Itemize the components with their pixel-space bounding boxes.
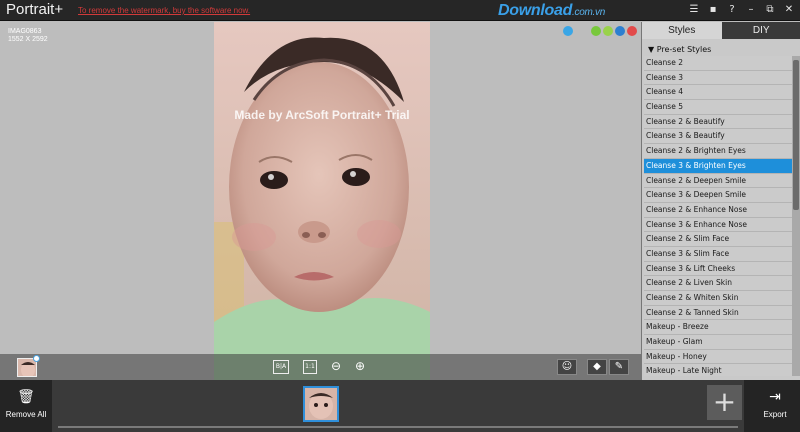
add-photo-button[interactable]: + — [707, 385, 742, 420]
actual-size-button[interactable]: 1:1 — [303, 360, 317, 374]
tab-diy[interactable]: DIY — [721, 22, 800, 39]
export-label: Export — [763, 410, 787, 419]
preset-item[interactable]: Cleanse 3 & Beautify — [644, 129, 792, 145]
preset-item[interactable]: Cleanse 4 — [644, 85, 792, 101]
trash-icon: 🗑 — [17, 389, 35, 405]
styles-panel: Styles DIY ▼ Pre-set Styles Cleanse 2 Cle… — [641, 22, 800, 380]
color-dot-blue[interactable] — [563, 26, 573, 36]
preset-scrollbar[interactable] — [792, 56, 800, 376]
preset-item[interactable]: Cleanse 2 & Deepen Smile — [644, 173, 792, 189]
preset-item[interactable]: Cleanse 2 & Enhance Nose — [644, 202, 792, 218]
preset-item[interactable]: Cleanse 3 & Lift Cheeks — [644, 261, 792, 277]
trial-watermark: Made by ArcSoft Portrait+ Trial — [234, 108, 410, 122]
file-dimensions: 1552 X 2592 — [8, 36, 48, 43]
preset-item[interactable]: Cleanse 2 & Beautify — [644, 114, 792, 130]
color-dot-lime[interactable] — [603, 26, 613, 36]
preset-item[interactable]: Cleanse 2 & Liven Skin — [644, 276, 792, 291]
preset-item[interactable]: Cleanse 3 & Deepen Smile — [644, 188, 792, 203]
brand-logo: Download.com.vn — [498, 2, 605, 20]
preset-item[interactable]: Makeup - Glam — [644, 335, 792, 350]
title-bar: Portrait+ To remove the watermark, buy t… — [0, 0, 800, 21]
brand-suffix: .com.vn — [572, 7, 605, 18]
panel-tabs: Styles DIY — [642, 22, 800, 39]
portrait-photo — [214, 22, 430, 380]
buy-software-link[interactable]: To remove the watermark, buy the softwar… — [78, 6, 250, 15]
preset-item[interactable]: Makeup - Breeze — [644, 320, 792, 336]
remove-all-button[interactable]: 🗑 Remove All — [0, 380, 52, 432]
filmstrip-thumbnail[interactable] — [303, 386, 339, 422]
export-button[interactable]: ⇥ Export — [750, 380, 800, 432]
zoom-in-icon[interactable]: ⊕ — [355, 358, 365, 374]
preset-item[interactable]: Cleanse 2 & Brighten Eyes — [644, 144, 792, 159]
remove-all-label: Remove All — [5, 410, 47, 419]
preset-item[interactable]: Cleanse 2 & Slim Face — [644, 232, 792, 247]
collapse-triangle-icon: ▼ — [648, 45, 657, 54]
bottom-strip: 🗑 Remove All + ⇥ Export — [0, 380, 800, 432]
tab-styles[interactable]: Styles — [642, 22, 722, 39]
chat-icon[interactable]: ▪ — [706, 2, 720, 18]
preset-header-label: Pre-set Styles — [656, 45, 712, 54]
preset-item[interactable]: Cleanse 3 & Brighten Eyes — [644, 158, 792, 174]
preset-item[interactable]: Makeup - Late Night — [644, 364, 792, 376]
filmstrip-scrollbar[interactable] — [58, 426, 738, 428]
preset-item[interactable]: Cleanse 2 — [644, 56, 792, 71]
filmstrip-thumbnail-image — [305, 388, 337, 420]
preset-item[interactable]: Cleanse 2 & Whiten Skin — [644, 291, 792, 306]
color-dot-red[interactable] — [627, 26, 637, 36]
eraser-button[interactable]: ◆ — [587, 359, 607, 375]
restore-icon[interactable]: ⧉ — [763, 2, 777, 18]
preset-item[interactable]: Cleanse 3 & Slim Face — [644, 246, 792, 262]
export-icon: ⇥ — [769, 389, 781, 405]
color-dot-darkblue[interactable] — [615, 26, 625, 36]
brand-name: Download — [498, 2, 573, 19]
help-icon[interactable]: ? — [725, 2, 739, 18]
app-title: Portrait+ — [6, 1, 64, 18]
brush-button[interactable]: ✎ — [609, 359, 629, 375]
thumbnail-badge-icon — [33, 355, 40, 362]
file-name: IMAG0863 — [8, 28, 42, 35]
color-dots — [563, 26, 637, 36]
window-controls: ☰ ▪ ? – ⧉ ✕ — [687, 2, 796, 18]
minimize-icon[interactable]: – — [744, 2, 758, 18]
preset-item[interactable]: Cleanse 3 & Enhance Nose — [644, 217, 792, 233]
photo-canvas[interactable]: IMAG0863 1552 X 2592 Made by ArcSoft Por… — [0, 22, 641, 380]
color-dot-green[interactable] — [591, 26, 601, 36]
preset-item[interactable]: Cleanse 2 & Tanned Skin — [644, 305, 792, 321]
portrait-plus-window: Portrait+ To remove the watermark, buy t… — [0, 0, 800, 432]
baby-portrait-image — [214, 22, 430, 380]
list-icon[interactable]: ☰ — [687, 2, 701, 18]
preset-item[interactable]: Cleanse 3 — [644, 70, 792, 86]
preset-item[interactable]: Cleanse 5 — [644, 100, 792, 115]
zoom-out-icon[interactable]: ⊖ — [331, 358, 341, 374]
canvas-toolbar: B|A 1:1 ⊖ ⊕ ☺ ◆ ✎ — [0, 354, 641, 380]
filmstrip: + — [52, 380, 744, 432]
preset-list: Cleanse 2 Cleanse 3 Cleanse 4 Cleanse 5 Clea… — [644, 56, 792, 376]
face-detect-button[interactable]: ☺ — [557, 359, 577, 375]
preset-item[interactable]: Makeup - Honey — [644, 349, 792, 365]
close-icon[interactable]: ✕ — [782, 2, 796, 18]
before-after-button[interactable]: B|A — [273, 360, 289, 374]
scrollbar-thumb[interactable] — [793, 60, 799, 210]
